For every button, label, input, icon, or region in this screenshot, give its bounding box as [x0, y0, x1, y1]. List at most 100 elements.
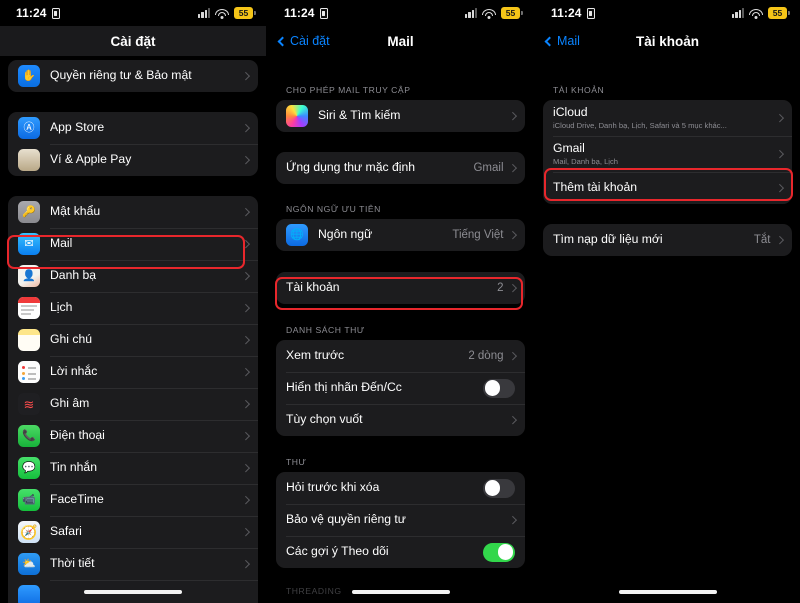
sidebar-item-contacts[interactable]: 👤 Danh bạ: [8, 260, 258, 292]
battery-badge: 55: [234, 7, 256, 19]
section-header-message-list: DANH SÁCH THƯ: [286, 325, 365, 335]
sidebar-item-app-store[interactable]: Ⓐ App Store: [8, 112, 258, 144]
row-label: Tin nhắn: [50, 460, 97, 475]
sidebar-item-phone[interactable]: 📞 Điện thoại: [8, 420, 258, 452]
settings-group-privacy: ✋ Quyền riêng tư & Bảo mật: [8, 60, 258, 92]
row-value: Tiếng Việt: [452, 229, 504, 241]
row-siri-search[interactable]: Siri & Tìm kiếm: [276, 100, 525, 132]
chevron-right-icon: [775, 114, 784, 122]
section-header-mail-access: CHO PHÉP MAIL TRUY CẬP: [286, 85, 411, 95]
row-label: Tìm nạp dữ liệu mới: [553, 232, 663, 247]
settings-list[interactable]: ✋ Quyền riêng tư & Bảo mật Ⓐ App Store V…: [0, 60, 266, 603]
row-ask-before-deleting[interactable]: Hỏi trước khi xóa: [276, 472, 525, 504]
status-time: 11:24: [16, 6, 47, 20]
chevron-right-icon: [508, 231, 517, 239]
sidebar-item-safari[interactable]: 🧭 Safari: [8, 516, 258, 548]
row-follow-up-suggestions[interactable]: Các gợi ý Theo dõi: [276, 536, 525, 568]
home-indicator: [351, 590, 450, 594]
back-button[interactable]: Mail: [544, 34, 580, 48]
phone-screen-mail: 11:24 55 Cài đặt Mail CHO PHÉP MAIL TRUY…: [266, 0, 533, 603]
lock-icon: [51, 7, 60, 19]
toggle-ask-before-deleting[interactable]: [483, 478, 515, 498]
toggle-follow-up-suggestions[interactable]: [483, 542, 515, 562]
wifi-icon: [215, 8, 229, 19]
chevron-right-icon: [508, 284, 517, 292]
sidebar-item-weather[interactable]: ⛅ Thời tiết: [8, 548, 258, 580]
settings-group-store: Ⓐ App Store Ví & Apple Pay: [8, 112, 258, 176]
accounts-list[interactable]: TÀI KHOẢN iCloud iCloud Drive, Danh bạ, …: [535, 85, 800, 256]
sidebar-item-voice-memos[interactable]: ≋ Ghi âm: [8, 388, 258, 420]
lock-icon: [586, 7, 595, 19]
row-label: Gmail: [553, 141, 585, 156]
lock-icon: [319, 7, 328, 19]
row-label: Mật khẩu: [50, 204, 101, 219]
chevron-right-icon: [775, 150, 784, 158]
chevron-right-icon: [241, 432, 250, 440]
contacts-icon: 👤: [18, 265, 40, 287]
chevron-right-icon: [241, 560, 250, 568]
safari-icon: 🧭: [18, 521, 40, 543]
chevron-right-icon: [241, 400, 250, 408]
messages-icon: 💬: [18, 457, 40, 479]
row-swipe-options[interactable]: Tùy chọn vuốt: [276, 404, 525, 436]
back-button-label: Mail: [557, 34, 580, 48]
group-messages: Hỏi trước khi xóa Bảo vệ quyền riêng tư …: [276, 472, 525, 568]
chevron-right-icon: [508, 164, 517, 172]
back-button[interactable]: Cài đặt: [277, 34, 330, 48]
chevron-right-icon: [241, 208, 250, 216]
siri-icon: [286, 105, 308, 127]
back-button-label: Cài đặt: [290, 34, 330, 48]
row-subtitle: Mail, Danh bạ, Lịch: [553, 157, 619, 167]
sidebar-item-notes[interactable]: Ghi chú: [8, 324, 258, 356]
phone-screen-settings: 11:24 55 Cài đặt ✋ Quyền riêng tư & Bảo …: [0, 0, 266, 603]
toggle-show-to-cc[interactable]: [483, 378, 515, 398]
globe-icon: 🌐: [286, 224, 308, 246]
status-bar-3: 11:24 55: [535, 0, 800, 26]
row-default-mail-app[interactable]: Ứng dụng thư mặc định Gmail: [276, 152, 525, 184]
sidebar-item-privacy[interactable]: ✋ Quyền riêng tư & Bảo mật: [8, 60, 258, 92]
sidebar-item-messages[interactable]: 💬 Tin nhắn: [8, 452, 258, 484]
group-accounts: Tài khoản 2: [276, 272, 525, 304]
row-label: Ví & Apple Pay: [50, 152, 132, 167]
calendar-icon: [18, 297, 40, 319]
row-label: Các gợi ý Theo dõi: [286, 544, 389, 559]
chevron-right-icon: [241, 528, 250, 536]
sidebar-item-facetime[interactable]: 📹 FaceTime: [8, 484, 258, 516]
row-privacy-protection[interactable]: Bảo vệ quyền riêng tư: [276, 504, 525, 536]
row-accounts[interactable]: Tài khoản 2: [276, 272, 525, 304]
nav-bar-mail: Cài đặt Mail: [268, 26, 533, 56]
sidebar-item-wallet[interactable]: Ví & Apple Pay: [8, 144, 258, 176]
row-label: Hỏi trước khi xóa: [286, 480, 380, 495]
row-fetch-new-data[interactable]: Tìm nạp dữ liệu mới Tắt: [543, 224, 792, 256]
row-icloud[interactable]: iCloud iCloud Drive, Danh bạ, Lịch, Safa…: [543, 100, 792, 136]
row-add-account[interactable]: Thêm tài khoản: [543, 172, 792, 204]
mail-settings-list[interactable]: CHO PHÉP MAIL TRUY CẬP Siri & Tìm kiếm Ứ…: [268, 85, 533, 601]
chevron-right-icon: [775, 184, 784, 192]
status-bar-2: 11:24 55: [268, 0, 533, 26]
wallet-icon: [18, 149, 40, 171]
settings-group-apps: 🔑 Mật khẩu ✉ Mail 👤 Danh bạ Lịch Ghi chú…: [8, 196, 258, 603]
row-label: Ngôn ngữ: [318, 227, 373, 242]
row-label: Quyền riêng tư & Bảo mật: [50, 68, 192, 83]
row-label: Ứng dụng thư mặc định: [286, 160, 416, 175]
row-label: Mail: [50, 236, 73, 251]
row-value: 2 dòng: [468, 350, 504, 362]
sidebar-item-passwords[interactable]: 🔑 Mật khẩu: [8, 196, 258, 228]
row-gmail[interactable]: Gmail Mail, Danh bạ, Lịch: [543, 136, 792, 172]
wifi-icon: [482, 8, 496, 19]
sidebar-item-calendar[interactable]: Lịch: [8, 292, 258, 324]
chevron-right-icon: [241, 464, 250, 472]
chevron-right-icon: [775, 236, 784, 244]
row-label: Xem trước: [286, 348, 345, 363]
chevron-right-icon: [241, 304, 250, 312]
notes-icon: [18, 329, 40, 351]
chevron-right-icon: [241, 368, 250, 376]
sidebar-item-mail[interactable]: ✉ Mail: [8, 228, 258, 260]
row-show-to-cc[interactable]: Hiển thị nhãn Đến/Cc: [276, 372, 525, 404]
chevron-left-icon: [544, 36, 555, 46]
row-language[interactable]: 🌐 Ngôn ngữ Tiếng Việt: [276, 219, 525, 251]
chevron-right-icon: [241, 240, 250, 248]
row-preview[interactable]: Xem trước 2 dòng: [276, 340, 525, 372]
group-language: 🌐 Ngôn ngữ Tiếng Việt: [276, 219, 525, 251]
sidebar-item-reminders[interactable]: Lời nhắc: [8, 356, 258, 388]
